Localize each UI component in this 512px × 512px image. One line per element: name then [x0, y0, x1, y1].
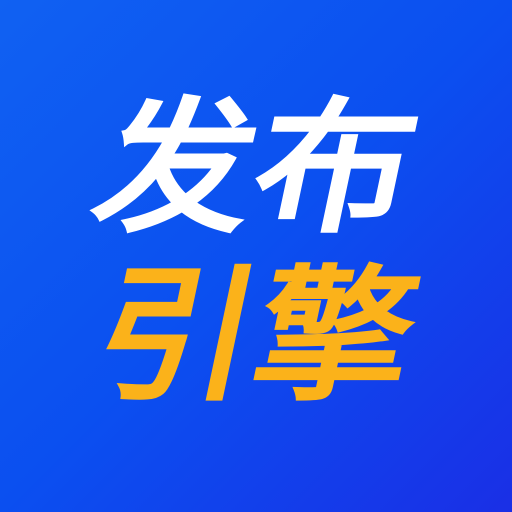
logo-text-line-1: 发布 — [80, 84, 432, 254]
app-icon: 发布 引擎 — [0, 0, 512, 512]
logo-text-line-2: 引擎 — [80, 252, 432, 422]
